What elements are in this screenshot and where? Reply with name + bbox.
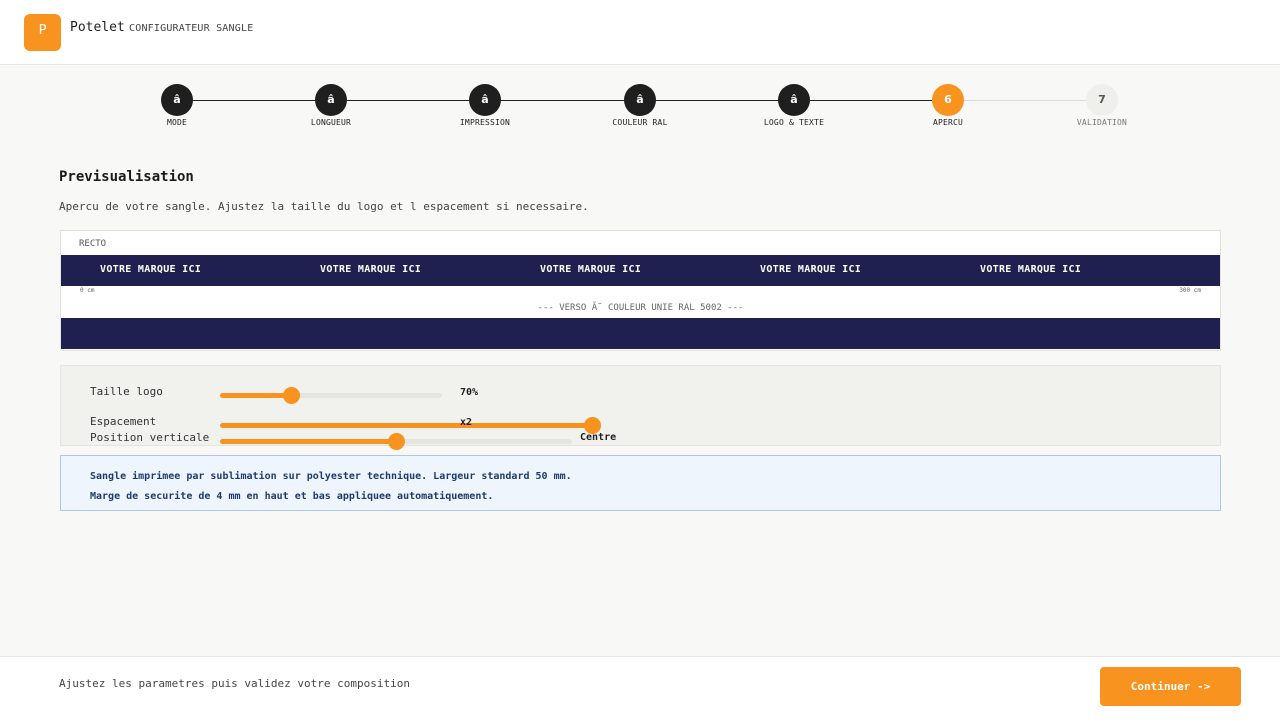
strap-back — [61, 318, 1220, 349]
ruler-start: 0 cm — [80, 287, 95, 294]
brand-text: VOTRE MARQUE ICI — [100, 264, 202, 275]
info-line-2: Marge de securite de 4 mm en haut et bas… — [90, 491, 494, 502]
step-longueur[interactable]: â LONGUEUR — [271, 84, 391, 127]
brand-text: VOTRE MARQUE ICI — [980, 264, 1082, 275]
slider-fill — [220, 423, 592, 428]
step-check-icon: â — [469, 84, 501, 116]
logo-size-slider[interactable] — [220, 387, 442, 404]
brand-subtitle: CONFIGURATEUR SANGLE — [129, 23, 254, 34]
recto-label: RECTO — [79, 239, 107, 249]
step-label: LONGUEUR — [310, 118, 352, 127]
adjust-panel: Taille logo 70% Espacement x2 Position v… — [60, 365, 1221, 450]
page-title: Previsualisation — [59, 169, 194, 185]
continue-button[interactable]: Continuer -> — [1100, 667, 1241, 706]
strap-front: VOTRE MARQUE ICI VOTRE MARQUE ICI VOTRE … — [61, 255, 1220, 286]
info-line-1: Sangle imprimee par sublimation sur poly… — [90, 471, 572, 482]
step-label: IMPRESSION — [459, 118, 511, 127]
step-label: LOGO & TEXTE — [763, 118, 825, 127]
slider-knob[interactable] — [388, 433, 405, 450]
vertical-position-label: Position verticale — [90, 431, 210, 444]
logo-size-value: 70% — [460, 387, 479, 398]
page-subtitle: Apercu de votre sangle. Ajustez la taill… — [59, 200, 589, 213]
step-check-icon: â — [161, 84, 193, 116]
step-label: MODE — [166, 118, 188, 127]
step-validation[interactable]: 7 VALIDATION — [1042, 84, 1162, 127]
footer-hint: Ajustez les parametres puis validez votr… — [59, 677, 410, 690]
step-label: APERCU — [932, 118, 964, 127]
step-check-icon: â — [624, 84, 656, 116]
length-ruler: 0 cm 300 cm — [61, 287, 1220, 295]
vertical-position-slider[interactable] — [220, 433, 572, 450]
step-check-icon: â — [778, 84, 810, 116]
app-logo[interactable]: P — [24, 14, 61, 51]
brand-text: VOTRE MARQUE ICI — [760, 264, 862, 275]
top-bar: P Potelet CONFIGURATEUR SANGLE — [0, 0, 1280, 65]
strap-preview: RECTO VOTRE MARQUE ICI VOTRE MARQUE ICI … — [60, 230, 1221, 351]
brand-name: Potelet — [70, 20, 125, 35]
step-couleur-ral[interactable]: â COULEUR RAL — [580, 84, 700, 127]
spacing-value: x2 — [460, 417, 473, 428]
footer-bar: Ajustez les parametres puis validez votr… — [0, 656, 1280, 720]
step-apercu[interactable]: 6 APERCU — [888, 84, 1008, 127]
brand-text: VOTRE MARQUE ICI — [320, 264, 422, 275]
slider-fill — [220, 439, 396, 444]
step-impression[interactable]: â IMPRESSION — [425, 84, 545, 127]
spacing-label: Espacement — [90, 415, 157, 428]
logo-size-label: Taille logo — [90, 385, 163, 398]
vertical-position-value: Centre — [580, 432, 617, 443]
info-box: Sangle imprimee par sublimation sur poly… — [60, 455, 1221, 511]
step-logo-texte[interactable]: â LOGO & TEXTE — [734, 84, 854, 127]
step-mode[interactable]: â MODE — [117, 84, 237, 127]
slider-knob[interactable] — [283, 387, 301, 404]
step-check-icon: â — [315, 84, 347, 116]
step-number: 6 — [932, 84, 964, 116]
step-label: COULEUR RAL — [612, 118, 668, 127]
verso-label: --- VERSO Ã˜ COULEUR UNIE RAL 5002 --- — [537, 303, 744, 313]
brand-text: VOTRE MARQUE ICI — [540, 264, 642, 275]
spacing-slider[interactable] — [220, 417, 601, 434]
step-label: VALIDATION — [1076, 118, 1128, 127]
ruler-end: 300 cm — [1179, 287, 1201, 294]
step-number: 7 — [1086, 84, 1118, 116]
logo-letter: P — [38, 23, 47, 38]
stepper: â MODE â LONGUEUR â IMPRESSION â COULEUR… — [0, 84, 1280, 144]
slider-fill — [220, 393, 292, 398]
